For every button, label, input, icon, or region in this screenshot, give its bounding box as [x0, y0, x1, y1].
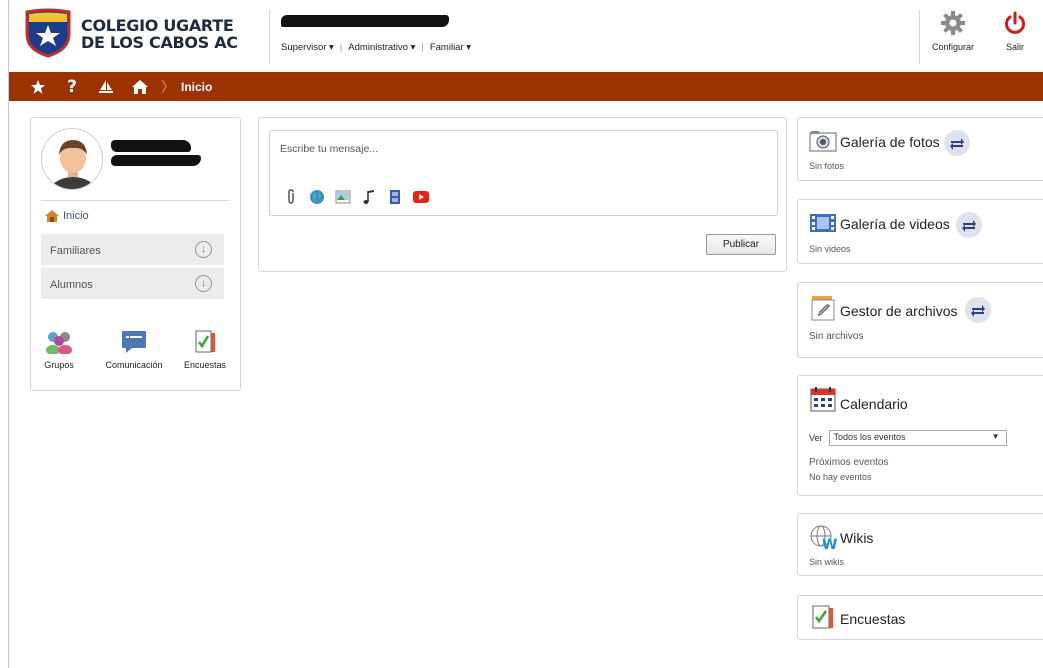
calendar-title[interactable]: Calendario — [840, 396, 908, 412]
expand-down-icon[interactable]: ↓ — [195, 241, 212, 258]
photo-gallery-title[interactable]: Galería de fotos — [840, 134, 940, 150]
dropdown-arrow-icon: ▼ — [991, 432, 1000, 441]
school-logo-icon — [25, 8, 71, 58]
sailboat-icon[interactable] — [93, 77, 119, 97]
calendar-view-label: Ver — [809, 433, 823, 443]
video-gallery-widget: Galería de videos Sin videos — [797, 199, 1043, 264]
refresh-photos-icon[interactable] — [944, 130, 970, 156]
calendar-view-select[interactable]: Todos los eventos ▼ — [828, 430, 1007, 446]
wikis-empty: Sin wikis — [809, 557, 845, 567]
survey-icon — [195, 330, 215, 353]
camera-icon — [809, 131, 837, 152]
surveys-widget: Encuestas — [797, 595, 1043, 640]
youtube-icon[interactable] — [413, 189, 429, 205]
message-box[interactable] — [269, 130, 778, 216]
upcoming-events-label: Próximos eventos — [809, 457, 889, 468]
home-link-label: Inicio — [63, 210, 89, 222]
school-name[interactable]: COLEGIO UGARTE DE LOS CABOS AC — [81, 17, 238, 51]
role-divider: | — [421, 42, 424, 53]
gear-icon — [941, 11, 965, 35]
profile-role-redacted — [111, 155, 201, 166]
home-link[interactable]: Inicio — [45, 210, 89, 222]
calendar-widget: Calendario Ver Todos los eventos ▼ Próxi… — [797, 375, 1043, 496]
user-name-redacted — [281, 15, 449, 27]
wikis-widget: W Wikis Sin wikis — [797, 513, 1043, 576]
svg-text:W: W — [822, 537, 837, 550]
role-menu: Supervisor ▾ | Administrativo ▾ | Famili… — [281, 42, 471, 53]
house-icon — [45, 210, 59, 222]
header-divider — [919, 10, 920, 64]
paperclip-icon[interactable] — [283, 189, 299, 205]
refresh-videos-icon[interactable] — [956, 212, 982, 238]
avatar[interactable] — [41, 128, 103, 190]
message-input[interactable] — [280, 143, 580, 155]
breadcrumb-separator-icon: 〉 — [161, 79, 175, 96]
groups-icon — [46, 332, 72, 355]
communication-button[interactable]: Comunicación — [99, 330, 169, 370]
music-icon[interactable] — [361, 189, 377, 205]
video-gallery-title[interactable]: Galería de videos — [840, 216, 950, 232]
school-name-line1: COLEGIO UGARTE — [81, 16, 234, 35]
calendar-view-row: Ver Todos los eventos ▼ — [809, 430, 1007, 446]
profile-divider — [41, 200, 229, 201]
no-events-text: No hay eventos — [809, 472, 872, 482]
profile-name-redacted — [111, 140, 191, 152]
nav-bar: ? 〉 Inicio — [9, 72, 1043, 101]
survey-icon — [812, 605, 833, 629]
post-composer: Publicar — [258, 117, 787, 272]
surveys-title[interactable]: Encuestas — [840, 611, 905, 627]
image-icon[interactable] — [335, 189, 351, 205]
logout-label: Salir — [1005, 42, 1024, 52]
attachment-toolbar — [283, 189, 429, 205]
profile-panel: Inicio Familiares ↓ Alumnos ↓ Grupos Com… — [30, 117, 241, 391]
star-icon[interactable] — [25, 77, 51, 97]
file-manager-widget: Gestor de archivos Sin archivos — [797, 282, 1043, 358]
header-divider — [269, 10, 270, 64]
sidebar-item-label: Familiares — [50, 245, 101, 257]
wikis-title[interactable]: Wikis — [840, 530, 873, 546]
globe-icon[interactable] — [309, 189, 325, 205]
publish-button[interactable]: Publicar — [706, 234, 776, 255]
top-header: COLEGIO UGARTE DE LOS CABOS AC Superviso… — [9, 0, 1043, 72]
sidebar-item-familiares[interactable]: Familiares ↓ — [41, 234, 224, 266]
role-familiar[interactable]: Familiar ▾ — [430, 42, 471, 53]
school-name-line2: DE LOS CABOS AC — [81, 33, 238, 52]
surveys-label: Encuestas — [183, 360, 227, 370]
video-icon[interactable] — [387, 189, 403, 205]
photo-gallery-empty: Sin fotos — [809, 161, 845, 171]
surveys-button[interactable]: Encuestas — [179, 330, 231, 370]
groups-label: Grupos — [44, 360, 74, 370]
file-manager-empty: Sin archivos — [809, 331, 864, 342]
file-manager-title[interactable]: Gestor de archivos — [840, 303, 958, 319]
breadcrumb-current: Inicio — [181, 79, 213, 94]
power-icon — [1005, 11, 1025, 34]
expand-down-icon[interactable]: ↓ — [195, 275, 212, 292]
role-supervisor[interactable]: Supervisor ▾ — [281, 42, 334, 53]
role-divider: | — [339, 42, 343, 53]
film-icon — [810, 214, 836, 232]
sidebar-item-label: Alumnos — [50, 279, 93, 291]
configure-label: Configurar — [931, 42, 975, 52]
role-administrativo[interactable]: Administrativo ▾ — [348, 42, 415, 53]
refresh-files-icon[interactable] — [965, 297, 991, 323]
wiki-globe-icon: W — [810, 525, 837, 550]
calendar-view-value: Todos los eventos — [833, 432, 906, 442]
folder-icon — [811, 296, 835, 321]
configure-button[interactable]: Configurar — [927, 10, 979, 52]
help-icon[interactable]: ? — [59, 77, 85, 97]
communication-label: Comunicación — [105, 360, 163, 370]
photo-gallery-widget: Galería de fotos Sin fotos — [797, 117, 1043, 181]
logout-button[interactable]: Salir — [992, 10, 1038, 52]
app-frame: COLEGIO UGARTE DE LOS CABOS AC Superviso… — [8, 0, 1043, 668]
calendar-icon — [810, 387, 836, 412]
chat-icon — [122, 331, 146, 353]
home-icon[interactable] — [127, 77, 153, 97]
sidebar-item-alumnos[interactable]: Alumnos ↓ — [41, 268, 224, 300]
groups-button[interactable]: Grupos — [39, 330, 79, 370]
video-gallery-empty: Sin videos — [809, 244, 851, 254]
